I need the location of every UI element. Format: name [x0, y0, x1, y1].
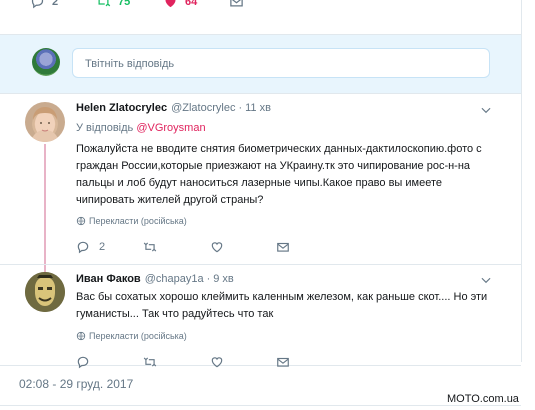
retweet-action[interactable] [143, 240, 157, 254]
avatar[interactable] [25, 272, 65, 312]
tweet-actions: 2 [76, 240, 376, 256]
reply-to-prefix: У відповідь [76, 122, 134, 134]
tweet-text: Вас бы сохатых хорошо клеймить каленным … [76, 291, 488, 320]
translate-link[interactable]: Перекласти (російська) [76, 216, 187, 226]
user-name[interactable]: Helen Zlatocrylec [76, 102, 167, 114]
portrait-image [31, 107, 59, 142]
heart-icon [165, 0, 176, 8]
reply-icon [77, 241, 89, 254]
reply-composer: Твітніть відповідь [0, 34, 521, 94]
reply-count: 2 [99, 241, 106, 253]
translate-label: Перекласти (російська) [89, 331, 187, 341]
retweet-icon [98, 0, 111, 7]
separator-dot: · [238, 102, 243, 114]
reply-tweet[interactable]: Helen Zlatocrylec @Zlatocrylec · 11 хв У… [0, 92, 521, 264]
user-handle[interactable]: @chapay1a [145, 273, 204, 285]
tweet-header: Иван Факов @chapay1a · 9 хв [76, 273, 234, 285]
reply-input[interactable]: Твітніть відповідь [72, 48, 490, 78]
retweet-action[interactable] [143, 355, 157, 369]
tweet-header: Helen Zlatocrylec @Zlatocrylec · 11 хв [76, 102, 271, 114]
reply-action[interactable]: 2 [76, 240, 105, 254]
translate-label: Перекласти (російська) [89, 216, 187, 226]
watermark: MOTO.com.ua [447, 393, 519, 405]
thread-line [44, 144, 46, 276]
tweet-text: Пожалуйста не вводите снятия биометричес… [76, 143, 482, 206]
reply-tweet[interactable]: Иван Факов @chapay1a · 9 хв Вас бы сохат… [0, 264, 521, 369]
portrait-image [25, 272, 65, 312]
user-name[interactable]: Иван Факов [76, 273, 141, 285]
envelope-icon [230, 0, 243, 7]
tweet-detail-panel: 2 75 64 Твітніть відповідь Helen Zlatocr… [0, 0, 522, 410]
separator-dot: · [206, 273, 211, 285]
retweet-icon [143, 242, 157, 252]
reply-icon [77, 356, 89, 369]
reply-to-line: У відповідь @VGroysman [76, 122, 206, 134]
heart-icon [211, 357, 223, 368]
heart-icon [211, 242, 223, 253]
avatar[interactable] [32, 48, 60, 76]
translate-link[interactable]: Перекласти (російська) [76, 331, 187, 341]
chevron-down-icon[interactable] [479, 103, 493, 117]
user-handle[interactable]: @Zlatocrylec [171, 102, 235, 114]
tweet-timestamp: 02:08 - 29 груд. 2017 [19, 377, 134, 391]
envelope-icon [277, 242, 289, 252]
tweet-time[interactable]: 9 хв [213, 273, 234, 285]
main-tweet-actions: 2 75 64 [0, 0, 521, 14]
reply-to-handle[interactable]: @VGroysman [136, 122, 205, 134]
avatar[interactable] [25, 102, 65, 142]
tweet-time[interactable]: 11 хв [245, 102, 271, 114]
reply-icon [31, 0, 44, 9]
retweet-action[interactable]: 75 [96, 0, 130, 9]
retweet-count: 75 [118, 0, 131, 8]
message-action[interactable] [276, 355, 290, 369]
message-action[interactable] [276, 240, 290, 254]
retweet-icon [143, 357, 157, 367]
divider [0, 405, 521, 406]
like-action[interactable]: 64 [163, 0, 197, 9]
like-action[interactable] [210, 240, 224, 254]
chevron-down-icon[interactable] [479, 273, 493, 287]
like-action[interactable] [210, 355, 224, 369]
reply-count: 2 [52, 0, 59, 8]
envelope-icon [277, 357, 289, 367]
reply-action[interactable]: 2 [30, 0, 58, 9]
message-action[interactable] [229, 0, 244, 9]
like-count: 64 [185, 0, 198, 8]
tweet-actions [76, 355, 376, 371]
globe-icon [76, 331, 86, 341]
globe-icon [76, 216, 86, 226]
reply-action[interactable] [76, 355, 90, 369]
